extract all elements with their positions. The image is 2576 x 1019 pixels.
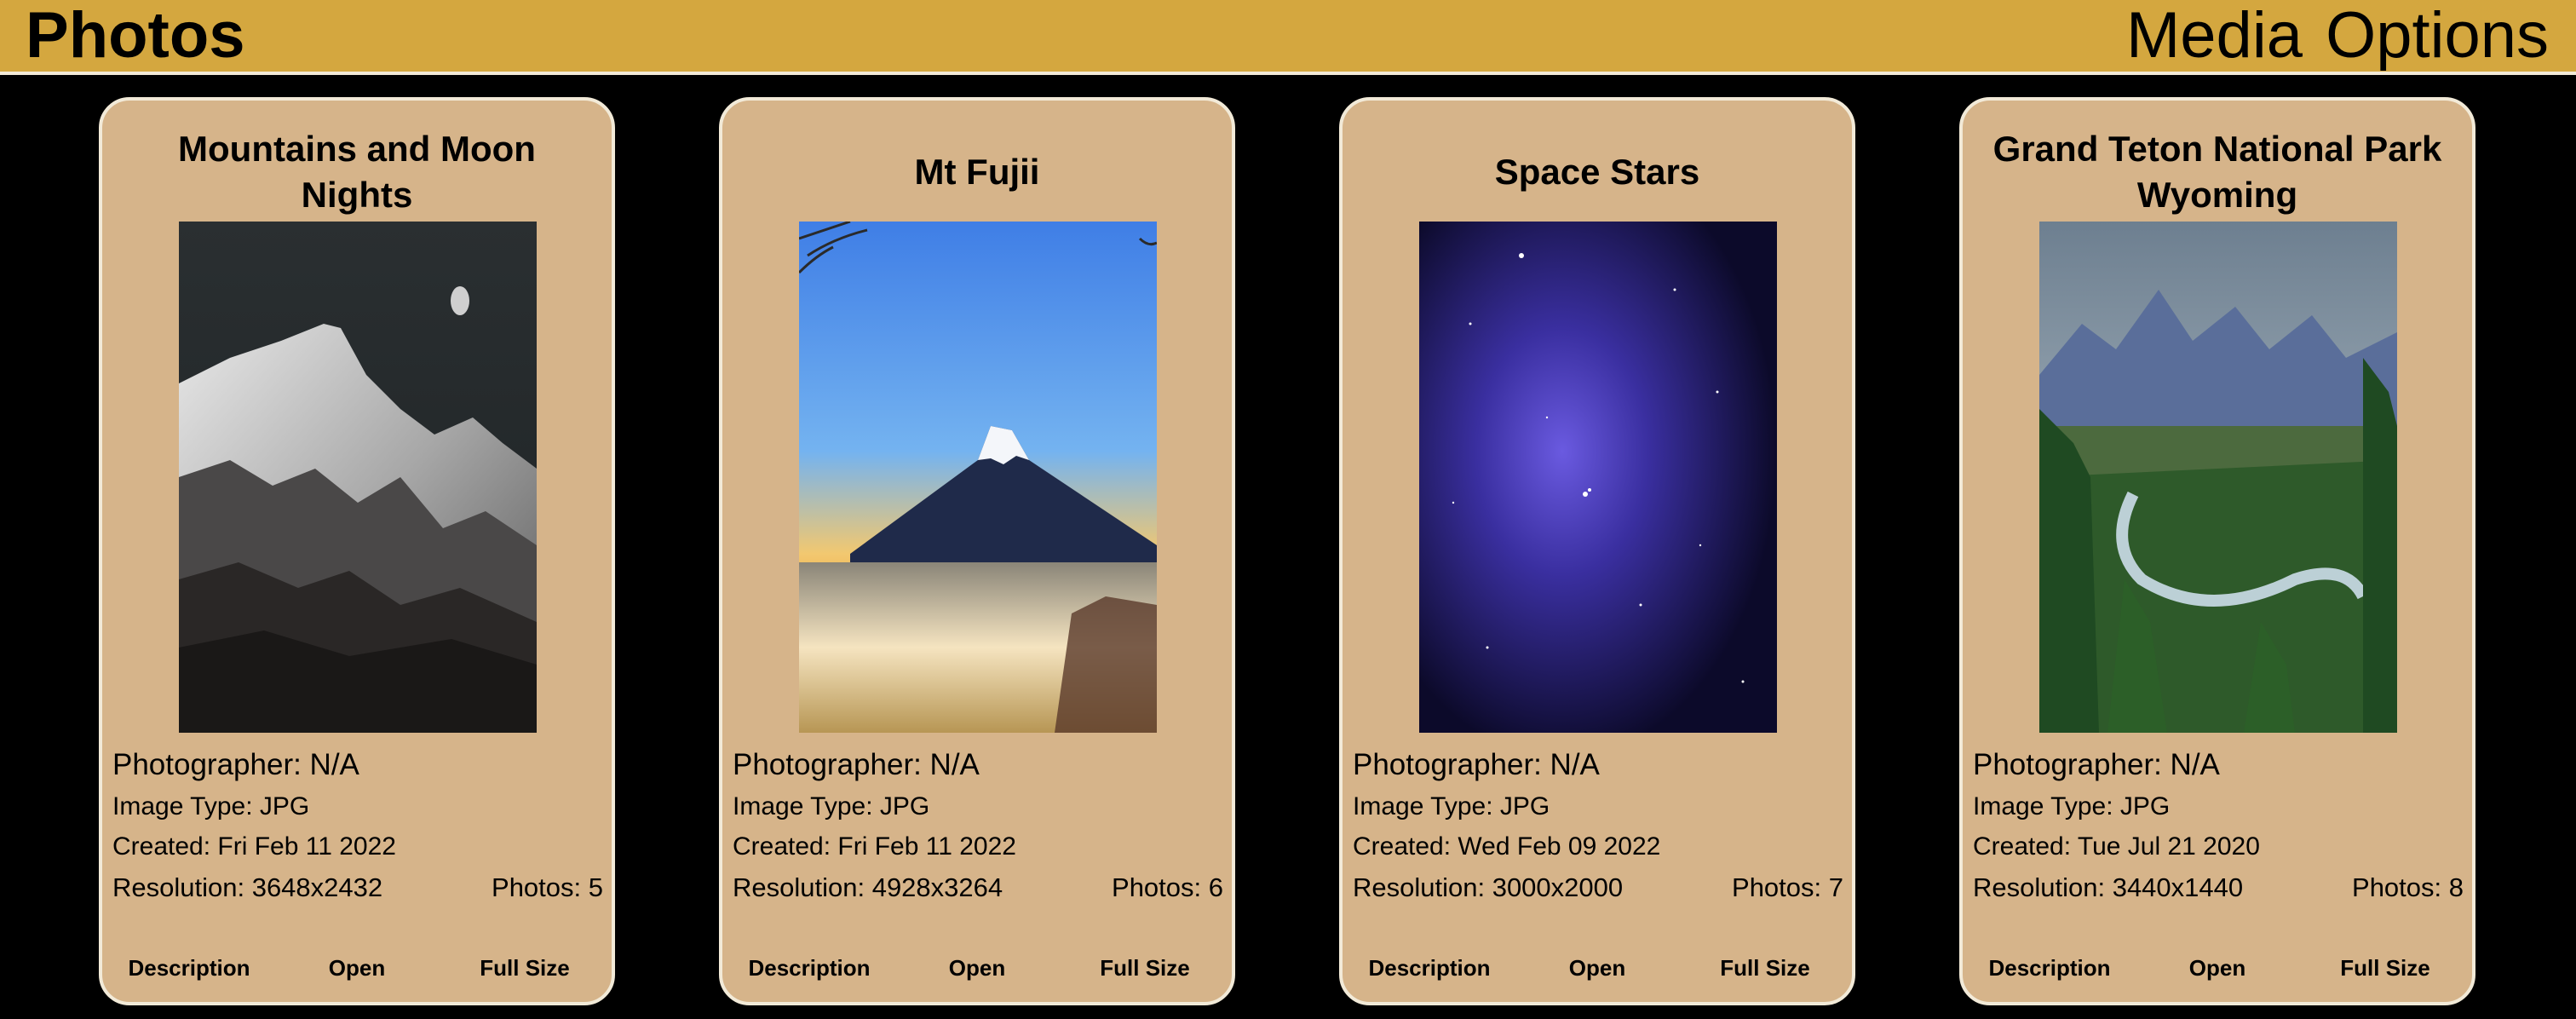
photo-thumbnail[interactable]	[1419, 222, 1777, 733]
photo-thumbnail[interactable]	[2039, 222, 2397, 733]
photos-count-label: Photos: 8	[2352, 872, 2464, 902]
resolution-label: Resolution: 3440x1440	[1973, 872, 2244, 902]
image-type-label: Image Type: JPG	[733, 792, 930, 820]
photo-card-mt-fujii: Mt Fujii Photographer: N/A Image Type: J…	[719, 97, 1235, 1005]
photo-card-grand-teton: Grand Teton National Park Wyoming Photog…	[1959, 97, 2475, 1005]
created-date-label: Created: Fri Feb 11 2022	[112, 832, 396, 861]
image-type-label: Image Type: JPG	[1973, 792, 2171, 820]
photo-thumbnail[interactable]	[799, 222, 1157, 733]
photos-count-label: Photos: 7	[1732, 872, 1843, 902]
full-size-button[interactable]: Full Size	[2307, 944, 2464, 992]
resolution-label: Resolution: 3000x2000	[1353, 872, 1624, 902]
mountain-moon-image	[179, 222, 537, 733]
open-button[interactable]: Open	[1525, 944, 1670, 992]
page-title: Photos	[26, 0, 245, 72]
photos-count-label: Photos: 6	[1112, 872, 1223, 902]
card-title: Space Stars	[1494, 152, 1700, 192]
photo-card-mountains-moon: Mountains and Moon Nights Photographer: …	[99, 97, 615, 1005]
full-size-button[interactable]: Full Size	[1687, 944, 1843, 992]
photos-count-label: Photos: 5	[492, 872, 603, 902]
full-size-button[interactable]: Full Size	[1067, 944, 1223, 992]
resolution-label: Resolution: 4928x3264	[733, 872, 1003, 902]
photo-thumbnail[interactable]	[179, 222, 537, 733]
resolution-label: Resolution: 3648x2432	[112, 872, 383, 902]
description-button[interactable]: Description	[1351, 944, 1508, 992]
created-date-label: Created: Fri Feb 11 2022	[733, 832, 1016, 861]
description-button[interactable]: Description	[111, 944, 267, 992]
image-type-label: Image Type: JPG	[1353, 792, 1550, 820]
description-button[interactable]: Description	[731, 944, 888, 992]
created-date-label: Created: Wed Feb 09 2022	[1353, 832, 1661, 861]
full-size-button[interactable]: Full Size	[446, 944, 603, 992]
grand-teton-image	[2039, 222, 2397, 733]
description-button[interactable]: Description	[1971, 944, 2128, 992]
card-title: Grand Teton National Park Wyoming	[1992, 129, 2442, 215]
photo-card-space-stars: Space Stars Photographer: N/A Image Type…	[1339, 97, 1855, 1005]
photographer-label: Photographer: N/A	[112, 748, 359, 781]
open-button[interactable]: Open	[905, 944, 1049, 992]
image-type-label: Image Type: JPG	[112, 792, 310, 820]
photographer-label: Photographer: N/A	[1353, 748, 1600, 781]
photographer-label: Photographer: N/A	[733, 748, 980, 781]
created-date-label: Created: Tue Jul 21 2020	[1973, 832, 2260, 861]
photographer-label: Photographer: N/A	[1973, 748, 2220, 781]
space-stars-image	[1419, 222, 1777, 733]
header-bar: Photos Media Options	[0, 0, 2576, 75]
media-options-menu[interactable]: Media Options	[2126, 0, 2549, 72]
open-button[interactable]: Open	[2145, 944, 2290, 992]
open-button[interactable]: Open	[285, 944, 429, 992]
card-title: Mt Fujii	[914, 152, 1040, 192]
card-title: Mountains and Moon Nights	[178, 129, 536, 215]
mt-fuji-image	[799, 222, 1157, 733]
